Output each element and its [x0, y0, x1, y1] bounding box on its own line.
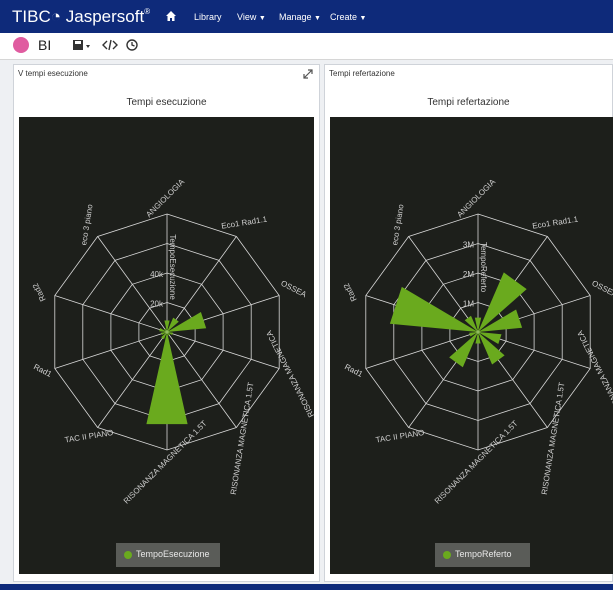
nav-manage[interactable]: Manage ▼ — [279, 12, 321, 22]
chart-title: Tempi refertazione — [427, 97, 510, 108]
data-wedge — [389, 286, 478, 332]
category-label: ANGIOLOGIA — [455, 177, 497, 219]
category-label: RISONANZA MAGNETICA 1.5T — [122, 419, 209, 506]
category-label: Rad1 — [32, 362, 54, 379]
radar-chart: 1M 2M 3M TempoReferto ANGIOLOGIA Eco1 Rad1.1 O… — [342, 177, 613, 506]
dashlet-tempi-refertazione[interactable]: Tempi refertazione Tempi refertazione 1M… — [324, 64, 613, 582]
category-label: ANGIOLOGIA — [144, 177, 186, 219]
category-label: Rad2 — [31, 281, 48, 303]
category-label: OSSEA — [279, 279, 308, 300]
category-label: RISONANZA MAGNETICA — [264, 329, 314, 419]
category-label: RISONANZA MAGNETICA 1.5T — [229, 381, 256, 495]
dashlet-tempi-esecuzione[interactable]: V tempi esecuzione Tempi esecuzione 20k 4… — [13, 64, 320, 582]
save-icon[interactable] — [72, 38, 92, 52]
nav-view[interactable]: View ▼ — [237, 12, 266, 22]
history-icon[interactable] — [125, 38, 139, 52]
dashlet-title: V tempi esecuzione — [18, 69, 88, 78]
dashlet-title: Tempi refertazione — [329, 69, 395, 78]
category-label: RISONANZA MAGNETICA 1.5T — [540, 381, 567, 495]
category-label: TAC II PIANO — [375, 428, 425, 445]
category-label: Eco1 Rad1.1 — [532, 215, 580, 231]
chart-legend[interactable]: TempoEsecuzione — [116, 543, 220, 567]
radial-tick-label: 40k — [150, 270, 164, 279]
radial-axis-title: TempoEsecuzione — [168, 234, 177, 300]
brand-registered-mark: ® — [144, 7, 151, 16]
legend-swatch — [443, 551, 451, 559]
chevron-down-icon: ▼ — [359, 15, 367, 22]
category-label: Rad1 — [343, 362, 365, 379]
nav-create-label: Create — [330, 12, 358, 22]
legend-swatch — [124, 551, 132, 559]
radar-chart-area: 20k 40k TempoEsecuzione ANGIOLOGIA Eco1 Rad1… — [19, 117, 316, 574]
chevron-down-icon: ▼ — [258, 15, 266, 22]
category-label: TAC II PIANO — [64, 428, 114, 445]
category-label: OSSEA — [590, 279, 613, 300]
category-label: RISONANZA MAGNETICA 1.5T — [433, 419, 520, 506]
radial-tick-label: 1M — [463, 300, 474, 309]
data-wedge — [146, 332, 188, 425]
radial-tick-label: 2M — [463, 270, 474, 279]
dashboard-name: BI — [38, 37, 52, 53]
category-label: RISONANZA MAGNETICA — [575, 329, 613, 419]
data-wedge — [449, 332, 478, 368]
nav-create[interactable]: Create ▼ — [330, 12, 366, 22]
brand-prefix: TIBC — [12, 7, 51, 26]
legend-label: TempoEsecuzione — [136, 549, 210, 559]
category-label: eco 3 piano — [79, 203, 94, 246]
nav-view-label: View — [237, 12, 257, 22]
top-navigation-bar: TIBC◔ Jaspersoft® Library View ▼ Manage … — [0, 0, 613, 33]
secondary-toolbar: BI — [0, 33, 613, 60]
nav-library[interactable]: Library — [194, 12, 222, 22]
brand-o-icon: ◔ — [50, 7, 62, 26]
chevron-down-icon: ▼ — [314, 15, 321, 22]
brand-name: Jaspersoft — [65, 7, 145, 26]
footer-bar — [0, 584, 613, 590]
home-icon[interactable] — [165, 10, 177, 22]
radial-tick-label: 20k — [150, 300, 164, 309]
category-label: Eco1 Rad1.1 — [221, 215, 269, 231]
category-label: Rad2 — [342, 281, 359, 303]
radial-axis-title: TempoReferto — [479, 242, 488, 293]
maximize-icon[interactable] — [303, 69, 313, 79]
radial-tick-label: 3M — [463, 241, 474, 250]
radar-chart-area: 1M 2M 3M TempoReferto ANGIOLOGIA Eco1 Rad1.1 O… — [330, 117, 613, 574]
radar-spoke — [97, 236, 168, 333]
radar-chart: 20k 40k TempoEsecuzione ANGIOLOGIA Eco1 Rad1… — [31, 177, 316, 506]
dashboard-badge-icon — [13, 37, 29, 53]
category-label: eco 3 piano — [390, 203, 405, 246]
chart-title: Tempi esecuzione — [126, 97, 207, 108]
chart-legend[interactable]: TempoReferto — [435, 543, 530, 567]
code-icon[interactable] — [102, 38, 118, 52]
nav-manage-label: Manage — [279, 12, 312, 22]
jaspersoft-logo[interactable]: TIBC◔ Jaspersoft® — [12, 7, 150, 27]
legend-label: TempoReferto — [455, 549, 512, 559]
